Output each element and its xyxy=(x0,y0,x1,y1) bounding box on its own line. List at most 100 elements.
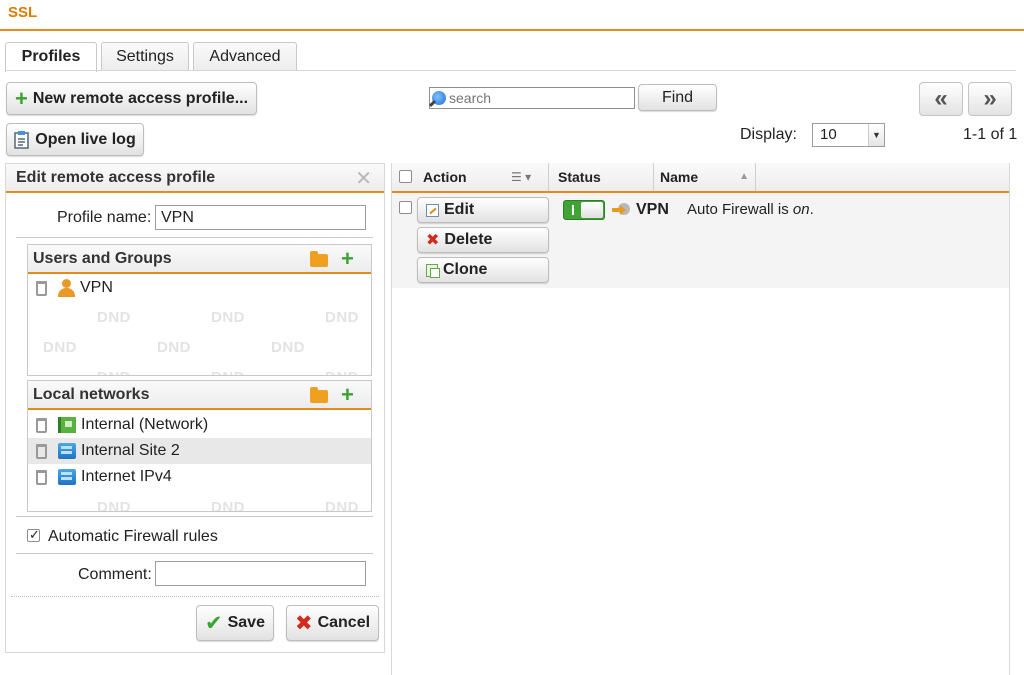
site-icon xyxy=(58,443,76,459)
checkmark-icon: ✔ xyxy=(205,611,223,635)
list-item: Internal Site 2 xyxy=(28,438,371,464)
trash-icon[interactable] xyxy=(36,443,47,459)
list-item: VPN xyxy=(28,275,371,301)
drop-zone-label: DND xyxy=(325,499,359,512)
trash-icon[interactable] xyxy=(36,417,47,433)
column-name[interactable]: Name ▲ xyxy=(654,163,756,191)
edit-button[interactable]: Edit xyxy=(417,197,549,223)
network-icon xyxy=(58,417,76,433)
network-item-label: Internet IPv4 xyxy=(81,468,172,485)
drop-zone-label: DND xyxy=(211,369,245,375)
column-action[interactable]: Action ☰ ▾ xyxy=(392,163,549,191)
local-networks-box: Local networks + Internal (Network) Inte… xyxy=(27,380,372,512)
page-title: SSL xyxy=(8,4,38,21)
column-action-label: Action xyxy=(423,169,467,185)
edit-label: Edit xyxy=(444,201,475,218)
toggle-knob xyxy=(581,202,603,218)
search-box[interactable] xyxy=(429,87,635,109)
tabs-divider xyxy=(5,70,1016,71)
auto-firewall-label: Automatic Firewall rules xyxy=(48,528,218,545)
log-icon xyxy=(14,130,30,149)
column-name-label: Name xyxy=(660,169,699,185)
tab-settings[interactable]: Settings xyxy=(101,42,189,71)
select-all-checkbox[interactable] xyxy=(399,170,412,183)
save-label: Save xyxy=(227,614,265,631)
delete-label: Delete xyxy=(444,231,493,248)
drop-zone-label: DND xyxy=(97,369,131,375)
grid-header: Action ☰ ▾ Status Name ▲ xyxy=(392,163,1009,193)
users-groups-box: Users and Groups + VPN DND DND DND DND D… xyxy=(27,244,372,376)
add-user-icon[interactable]: + xyxy=(341,248,354,270)
network-item-label: Internal (Network) xyxy=(81,416,209,433)
pagination-info: 1-1 of 1 xyxy=(963,126,1018,143)
edit-icon xyxy=(426,203,439,217)
folder-icon[interactable] xyxy=(310,251,328,267)
list-item: Internet IPv4 xyxy=(28,464,371,490)
new-profile-label: New remote access profile... xyxy=(32,89,249,107)
search-icon xyxy=(432,91,446,105)
divider xyxy=(16,516,373,517)
save-button[interactable]: ✔ Save xyxy=(196,605,274,641)
user-icon xyxy=(58,279,75,297)
drop-zone-label: DND xyxy=(157,339,191,356)
open-live-log-label: Open live log xyxy=(35,130,136,148)
network-item-label: Internal Site 2 xyxy=(81,442,180,459)
drop-zone-label: DND xyxy=(325,309,359,326)
display-count-value: 10 xyxy=(820,126,837,143)
edit-panel-header: Edit remote access profile ✕ xyxy=(6,164,384,193)
profile-name-label: Profile name: xyxy=(57,209,152,226)
divider xyxy=(16,553,373,554)
tab-profiles[interactable]: Profiles xyxy=(5,42,97,72)
chevron-down-icon: ▼ xyxy=(868,124,884,146)
local-networks-header: Local networks + xyxy=(28,381,371,410)
profiles-grid: Action ☰ ▾ Status Name ▲ Edit ✖ Delete C… xyxy=(391,163,1010,675)
tab-advanced[interactable]: Advanced xyxy=(193,42,297,71)
row-checkbox[interactable] xyxy=(399,201,412,214)
drop-zone-label: DND xyxy=(43,339,77,356)
clone-button[interactable]: Clone xyxy=(417,257,549,283)
remote-access-icon xyxy=(612,203,630,217)
trash-icon[interactable] xyxy=(36,280,47,296)
close-icon[interactable]: ✕ xyxy=(355,166,372,193)
profile-name: VPN xyxy=(636,201,669,218)
edit-profile-panel: Edit remote access profile ✕ Profile nam… xyxy=(5,163,385,653)
profile-name-input[interactable] xyxy=(155,205,366,230)
drop-zone-label: DND xyxy=(271,339,305,356)
new-remote-access-profile-button[interactable]: + New remote access profile... xyxy=(6,82,257,115)
comment-input[interactable] xyxy=(155,561,366,586)
users-groups-title: Users and Groups xyxy=(33,250,172,267)
trash-icon[interactable] xyxy=(36,469,47,485)
search-input[interactable] xyxy=(446,90,626,106)
delete-icon: ✖ xyxy=(426,232,440,249)
display-count-select[interactable]: 10 ▼ xyxy=(812,123,885,147)
status-toggle[interactable] xyxy=(563,200,605,220)
delete-button[interactable]: ✖ Delete xyxy=(417,227,549,253)
drop-zone-label: DND xyxy=(211,309,245,326)
add-network-icon[interactable]: + xyxy=(341,384,354,406)
table-row: Edit ✖ Delete Clone VPN Auto Firewall is… xyxy=(392,193,1009,288)
description-state: on xyxy=(792,201,810,218)
column-menu-icon[interactable]: ☰ ▾ xyxy=(511,163,531,191)
cancel-button[interactable]: ✖ Cancel xyxy=(286,605,379,641)
plus-icon: + xyxy=(14,85,28,111)
edit-panel-title: Edit remote access profile xyxy=(16,169,216,186)
description-prefix: Auto Firewall is xyxy=(687,201,793,218)
previous-page-button[interactable]: « xyxy=(919,82,963,116)
close-icon: ✖ xyxy=(294,611,313,635)
open-live-log-button[interactable]: Open live log xyxy=(6,123,144,156)
auto-firewall-checkbox[interactable] xyxy=(27,527,40,543)
header-divider xyxy=(0,29,1024,31)
divider xyxy=(16,237,373,238)
column-status[interactable]: Status xyxy=(550,163,654,191)
next-page-button[interactable]: » xyxy=(968,82,1012,116)
site-icon xyxy=(58,469,76,485)
comment-label: Comment: xyxy=(78,566,152,583)
local-networks-title: Local networks xyxy=(33,386,150,403)
folder-icon[interactable] xyxy=(310,387,328,403)
find-button[interactable]: Find xyxy=(638,84,717,111)
profile-description: Auto Firewall is on. xyxy=(687,201,814,218)
display-label: Display: xyxy=(740,126,797,143)
drop-zone-label: DND xyxy=(325,369,359,375)
clone-icon xyxy=(426,263,440,278)
sort-asc-icon: ▲ xyxy=(739,171,749,182)
